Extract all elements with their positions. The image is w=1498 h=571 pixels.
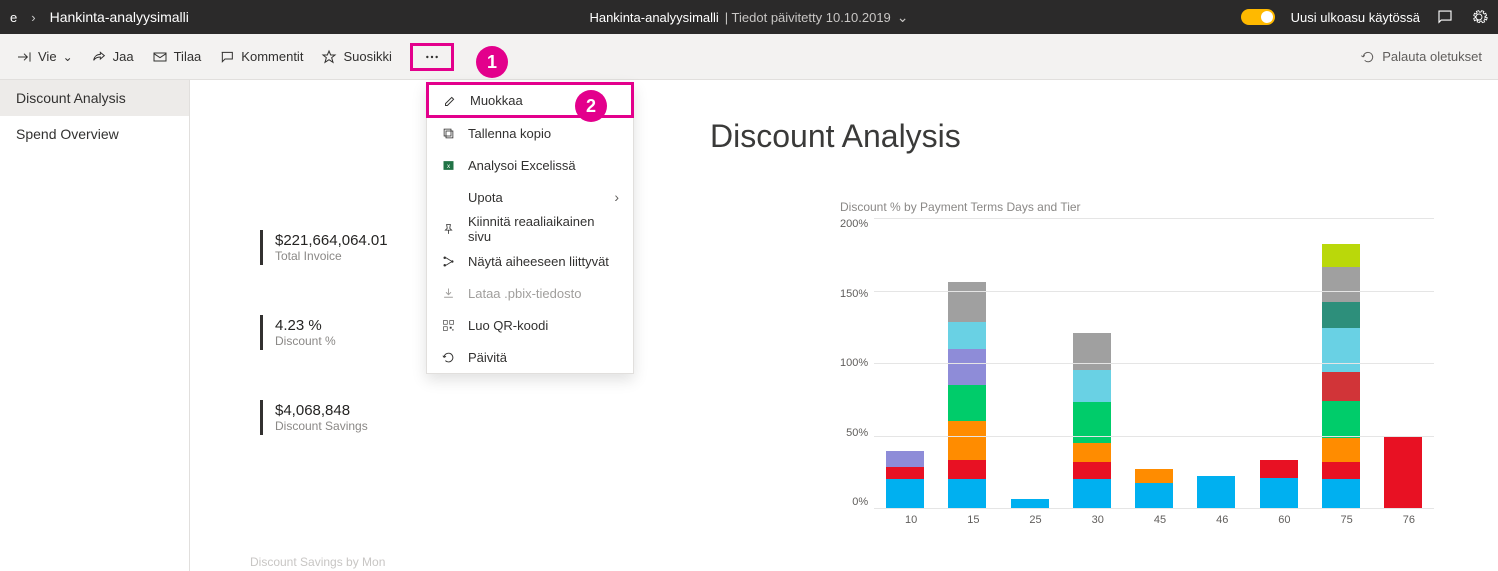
menu-analyze-excel[interactable]: x Analysoi Excelissä [427, 149, 633, 181]
menu-save-copy[interactable]: Tallenna kopio [427, 117, 633, 149]
download-icon [441, 286, 456, 301]
favorite-button[interactable]: Suosikki [321, 49, 391, 65]
discount-chart[interactable]: Discount % by Payment Terms Days and Tie… [840, 200, 1480, 560]
pin-icon [441, 222, 456, 237]
comment-icon [219, 49, 235, 65]
related-icon [441, 254, 456, 269]
mail-icon [152, 49, 168, 65]
star-icon [321, 49, 337, 65]
kpi-total-invoice: $221,664,064.01 Total Invoice [260, 230, 388, 265]
menu-qr[interactable]: Luo QR-koodi [427, 309, 633, 341]
export-button[interactable]: Vie ⌄ [16, 49, 73, 65]
action-toolbar: Vie ⌄ Jaa Tilaa Kommentit Suosikki Palau… [0, 34, 1498, 80]
share-button[interactable]: Jaa [91, 49, 134, 65]
breadcrumb-prefix: e [10, 10, 17, 25]
app-header: e › Hankinta-analyysimalli Hankinta-anal… [0, 0, 1498, 34]
menu-related[interactable]: Näytä aiheeseen liittyvät [427, 245, 633, 277]
reset-button[interactable]: Palauta oletukset [1360, 49, 1482, 65]
menu-download-pbix: Lataa .pbix-tiedosto [427, 277, 633, 309]
comments-button[interactable]: Kommentit [219, 49, 303, 65]
ellipsis-icon [424, 49, 440, 65]
chevron-right-icon: › [31, 10, 35, 25]
chart-xaxis: 101525304546607576 [880, 508, 1440, 526]
save-copy-icon [441, 126, 456, 141]
chart-yaxis: 200%150%100%50%0% [840, 218, 874, 508]
share-icon [91, 49, 107, 65]
refresh-icon [441, 350, 456, 365]
gear-icon[interactable] [1470, 8, 1488, 26]
sidebar-item-spend-overview[interactable]: Spend Overview [0, 116, 189, 152]
chart-title: Discount % by Payment Terms Days and Tie… [840, 200, 1480, 214]
chart-plot [874, 218, 1434, 508]
page-title: Discount Analysis [710, 118, 961, 155]
menu-refresh[interactable]: Päivitä [427, 341, 633, 373]
breadcrumb-title[interactable]: Hankinta-analyysimalli [50, 9, 189, 25]
kpi-discount-savings: $4,068,848 Discount Savings [260, 400, 388, 435]
new-look-toggle[interactable] [1241, 9, 1275, 25]
more-options-button[interactable] [410, 43, 454, 71]
reset-icon [1360, 49, 1376, 65]
chevron-down-icon: ⌄ [63, 50, 73, 64]
export-icon [16, 49, 32, 65]
truncated-visual-title: Discount Savings by Mon [250, 555, 385, 569]
report-canvas: $221,664,064.01 Total Invoice 4.23 % Dis… [190, 80, 1498, 571]
last-updated[interactable]: | Tiedot päivitetty 10.10.2019 [725, 10, 891, 25]
new-look-label: Uusi ulkoasu käytössä [1291, 10, 1420, 25]
menu-pin-live[interactable]: Kiinnitä reaaliaikainen sivu [427, 213, 633, 245]
excel-icon: x [441, 158, 456, 173]
chat-icon[interactable] [1436, 8, 1454, 26]
kpi-discount-pct: 4.23 % Discount % [260, 315, 388, 350]
menu-embed[interactable]: Upota › [427, 181, 633, 213]
subscribe-button[interactable]: Tilaa [152, 49, 202, 65]
more-options-menu: Muokkaa Tallenna kopio x Analysoi Exceli… [426, 82, 634, 374]
edit-icon [443, 93, 458, 108]
page-nav-sidebar: Discount Analysis Spend Overview [0, 80, 190, 571]
annotation-badge-1: 1 [476, 46, 508, 78]
annotation-badge-2: 2 [575, 90, 607, 122]
sidebar-item-discount-analysis[interactable]: Discount Analysis [0, 80, 189, 116]
chevron-right-icon: › [614, 189, 619, 205]
qr-icon [441, 318, 456, 333]
chevron-down-icon[interactable]: ⌄ [897, 9, 909, 26]
report-name: Hankinta-analyysimalli [589, 10, 718, 25]
